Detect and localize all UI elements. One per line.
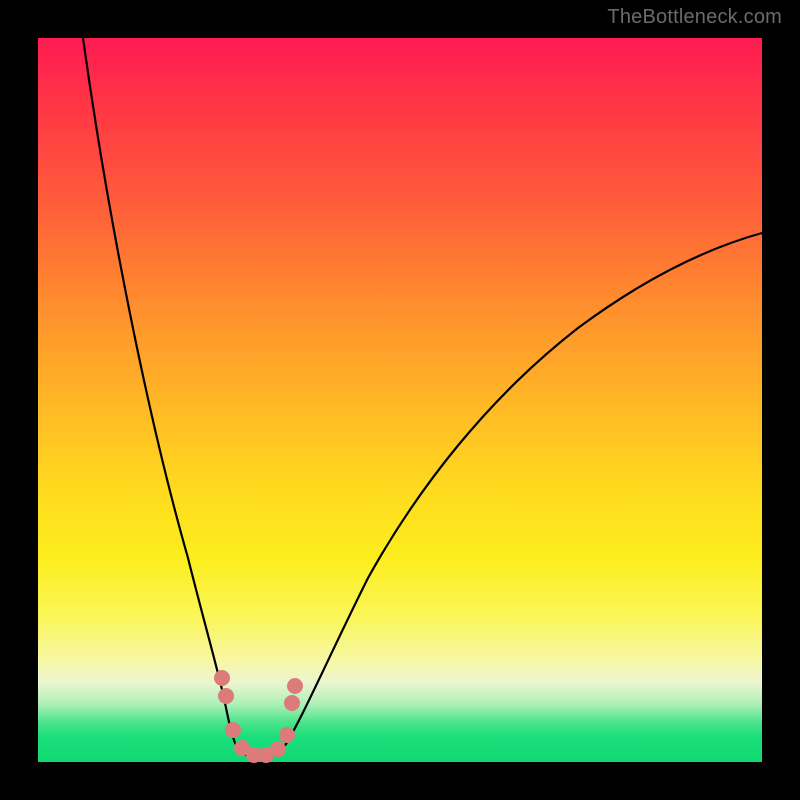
chart-frame: TheBottleneck.com (0, 0, 800, 800)
curve-right-branch (282, 233, 762, 750)
valley-dot (214, 670, 230, 686)
valley-dot (218, 688, 234, 704)
valley-dot (287, 678, 303, 694)
watermark-text: TheBottleneck.com (607, 6, 782, 29)
valley-dot (270, 741, 286, 757)
chart-svg (38, 38, 762, 762)
valley-dot (279, 727, 295, 743)
curve-left-branch (83, 38, 238, 750)
valley-dot (284, 695, 300, 711)
valley-dot (225, 722, 241, 738)
